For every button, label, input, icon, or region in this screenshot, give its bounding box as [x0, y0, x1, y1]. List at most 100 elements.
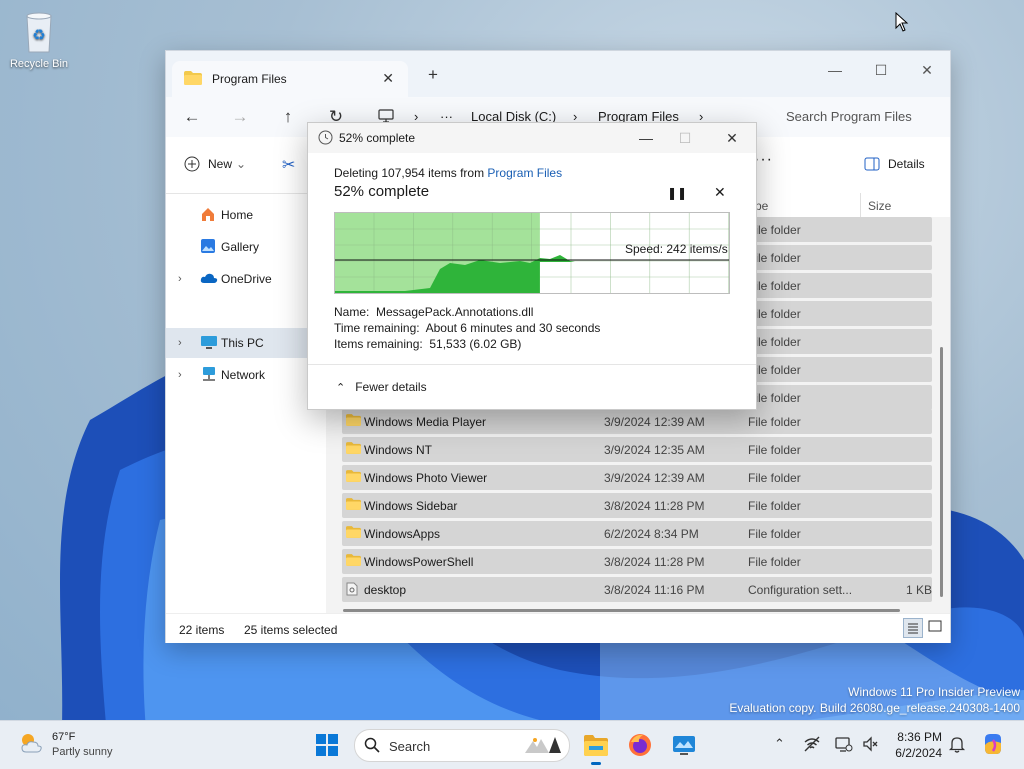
- close-button[interactable]: ✕: [904, 57, 950, 83]
- file-type: File folder: [748, 443, 801, 457]
- nav-item-onedrive[interactable]: › OneDrive: [166, 264, 306, 294]
- windows-logo-icon: [316, 734, 338, 756]
- column-header-size[interactable]: Size: [868, 199, 891, 213]
- operation-target-link[interactable]: Program Files: [487, 166, 562, 180]
- tiles-view-button[interactable]: [926, 618, 944, 636]
- file-name: Windows Photo Viewer: [364, 471, 488, 485]
- onedrive-icon: [200, 272, 218, 287]
- file-name: Windows NT: [364, 443, 433, 457]
- cancel-button[interactable]: ✕: [714, 184, 726, 201]
- table-row[interactable]: Windows Media Player 3/9/2024 12:39 AM F…: [342, 409, 932, 434]
- copilot-icon[interactable]: [980, 731, 1006, 760]
- details-label: Details: [888, 157, 925, 171]
- chevron-right-icon[interactable]: ›: [178, 273, 182, 285]
- search-input[interactable]: Search Program Files: [786, 109, 912, 124]
- name-value: MessagePack.Annotations.dll: [376, 305, 534, 319]
- monitor-app-icon: [673, 736, 695, 755]
- settings-file-icon: [346, 582, 358, 599]
- file-name: desktop: [364, 583, 407, 597]
- dialog-minimize-button[interactable]: —: [631, 127, 661, 149]
- folder-icon: [346, 442, 361, 457]
- file-type: File folder: [748, 471, 801, 485]
- nav-item-home[interactable]: Home: [166, 200, 306, 230]
- file-name: WindowsApps: [364, 527, 441, 541]
- system-clock[interactable]: 8:36 PM 6/2/2024: [890, 729, 942, 761]
- column-separator[interactable]: [860, 193, 861, 217]
- tab-close-button[interactable]: ✕: [382, 70, 394, 87]
- list-view-icon: [908, 623, 918, 634]
- speed-label: Speed: 242 items/s: [625, 242, 728, 256]
- new-tab-button[interactable]: +: [428, 65, 438, 85]
- weather-widget[interactable]: 67°F Partly sunny: [18, 730, 113, 760]
- fewer-details-button[interactable]: ⌃ Fewer details: [336, 380, 427, 394]
- display-settings-icon[interactable]: [835, 735, 853, 756]
- file-type: File folder: [748, 499, 801, 513]
- file-date: 3/9/2024 12:35 AM: [604, 443, 705, 457]
- up-button[interactable]: ↑: [274, 105, 302, 129]
- selection-count: 25 items selected: [244, 623, 338, 637]
- taskbar-app[interactable]: [671, 732, 697, 758]
- details-view-button[interactable]: [903, 618, 923, 638]
- notification-bell-icon[interactable]: [948, 735, 966, 756]
- operation-text: Deleting 107,954 items from Program File…: [334, 166, 734, 180]
- nav-item-network[interactable]: › Network: [166, 360, 306, 390]
- pause-button[interactable]: ❚❚: [667, 186, 687, 200]
- tab-program-files[interactable]: Program Files ✕: [172, 61, 408, 97]
- taskbar: 67°F Partly sunny Search ⌃ 8:36 PM 6/2/2…: [0, 720, 1024, 769]
- dialog-maximize-button[interactable]: ☐: [670, 127, 700, 149]
- volume-muted-icon[interactable]: [862, 735, 880, 756]
- search-icon: [364, 737, 380, 756]
- clock-time: 8:36 PM: [897, 730, 942, 744]
- details-pane-button[interactable]: Details: [864, 157, 925, 171]
- file-date: 6/2/2024 8:34 PM: [604, 527, 699, 541]
- network-status-icon[interactable]: [803, 735, 821, 756]
- nav-item-gallery[interactable]: Gallery: [166, 232, 306, 262]
- forward-button[interactable]: →: [226, 105, 254, 129]
- dialog-title: 52% complete: [339, 131, 416, 145]
- chevron-right-icon[interactable]: ›: [178, 337, 182, 349]
- table-row[interactable]: desktop 3/8/2024 11:16 PM Configuration …: [342, 577, 932, 602]
- vertical-scrollbar[interactable]: [940, 347, 943, 597]
- tray-overflow-button[interactable]: ⌃: [774, 736, 785, 752]
- dialog-close-button[interactable]: ✕: [717, 127, 747, 149]
- maximize-button[interactable]: ☐: [858, 57, 904, 83]
- details-section: Name: MessagePack.Annotations.dll Time r…: [334, 304, 600, 352]
- table-row[interactable]: WindowsPowerShell 3/8/2024 11:28 PM File…: [342, 549, 932, 574]
- operation-prefix: Deleting 107,954 items from: [334, 166, 488, 180]
- table-row[interactable]: Windows Photo Viewer 3/9/2024 12:39 AM F…: [342, 465, 932, 490]
- recycle-bin-shortcut[interactable]: ♻ Recycle Bin: [6, 10, 72, 70]
- plus-circle-icon: [184, 156, 200, 172]
- items-remaining-label: Items remaining:: [334, 337, 423, 351]
- folder-icon: [346, 414, 361, 429]
- table-row[interactable]: Windows Sidebar 3/8/2024 11:28 PM File f…: [342, 493, 932, 518]
- table-row[interactable]: WindowsApps 6/2/2024 8:34 PM File folder: [342, 521, 932, 546]
- folder-icon: [346, 470, 361, 485]
- new-button[interactable]: New ⌄: [184, 156, 246, 172]
- cut-button[interactable]: ✂: [282, 155, 295, 175]
- recycle-bin-icon: ♻: [19, 10, 59, 54]
- time-remaining-label: Time remaining:: [334, 321, 420, 335]
- nav-item-this-pc[interactable]: › This PC: [166, 328, 326, 358]
- tab-title: Program Files: [212, 72, 287, 86]
- taskbar-firefox[interactable]: [627, 732, 653, 758]
- dialog-divider: [308, 364, 756, 365]
- home-icon: [200, 206, 216, 225]
- back-button[interactable]: ←: [178, 105, 206, 129]
- taskbar-search-box[interactable]: Search: [354, 729, 570, 762]
- minimize-button[interactable]: —: [812, 57, 858, 83]
- time-remaining-value: About 6 minutes and 30 seconds: [425, 321, 601, 335]
- taskbar-file-explorer[interactable]: [583, 732, 609, 765]
- delete-progress-dialog: 52% complete — ☐ ✕ Deleting 107,954 item…: [307, 122, 757, 410]
- horizontal-scrollbar[interactable]: [343, 609, 900, 612]
- weather-condition: Partly sunny: [52, 746, 113, 758]
- gallery-icon: [200, 238, 216, 257]
- evaluation-watermark: Windows 11 Pro Insider Preview Evaluatio…: [729, 684, 1020, 716]
- start-button[interactable]: [316, 734, 338, 759]
- nav-label-home: Home: [221, 208, 254, 222]
- folder-icon: [346, 554, 361, 569]
- chevron-right-icon[interactable]: ›: [178, 369, 182, 381]
- file-type: File folder: [748, 555, 801, 569]
- recycle-bin-label: Recycle Bin: [9, 58, 69, 70]
- table-row[interactable]: Windows NT 3/9/2024 12:35 AM File folder: [342, 437, 932, 462]
- search-label: Search: [389, 739, 431, 754]
